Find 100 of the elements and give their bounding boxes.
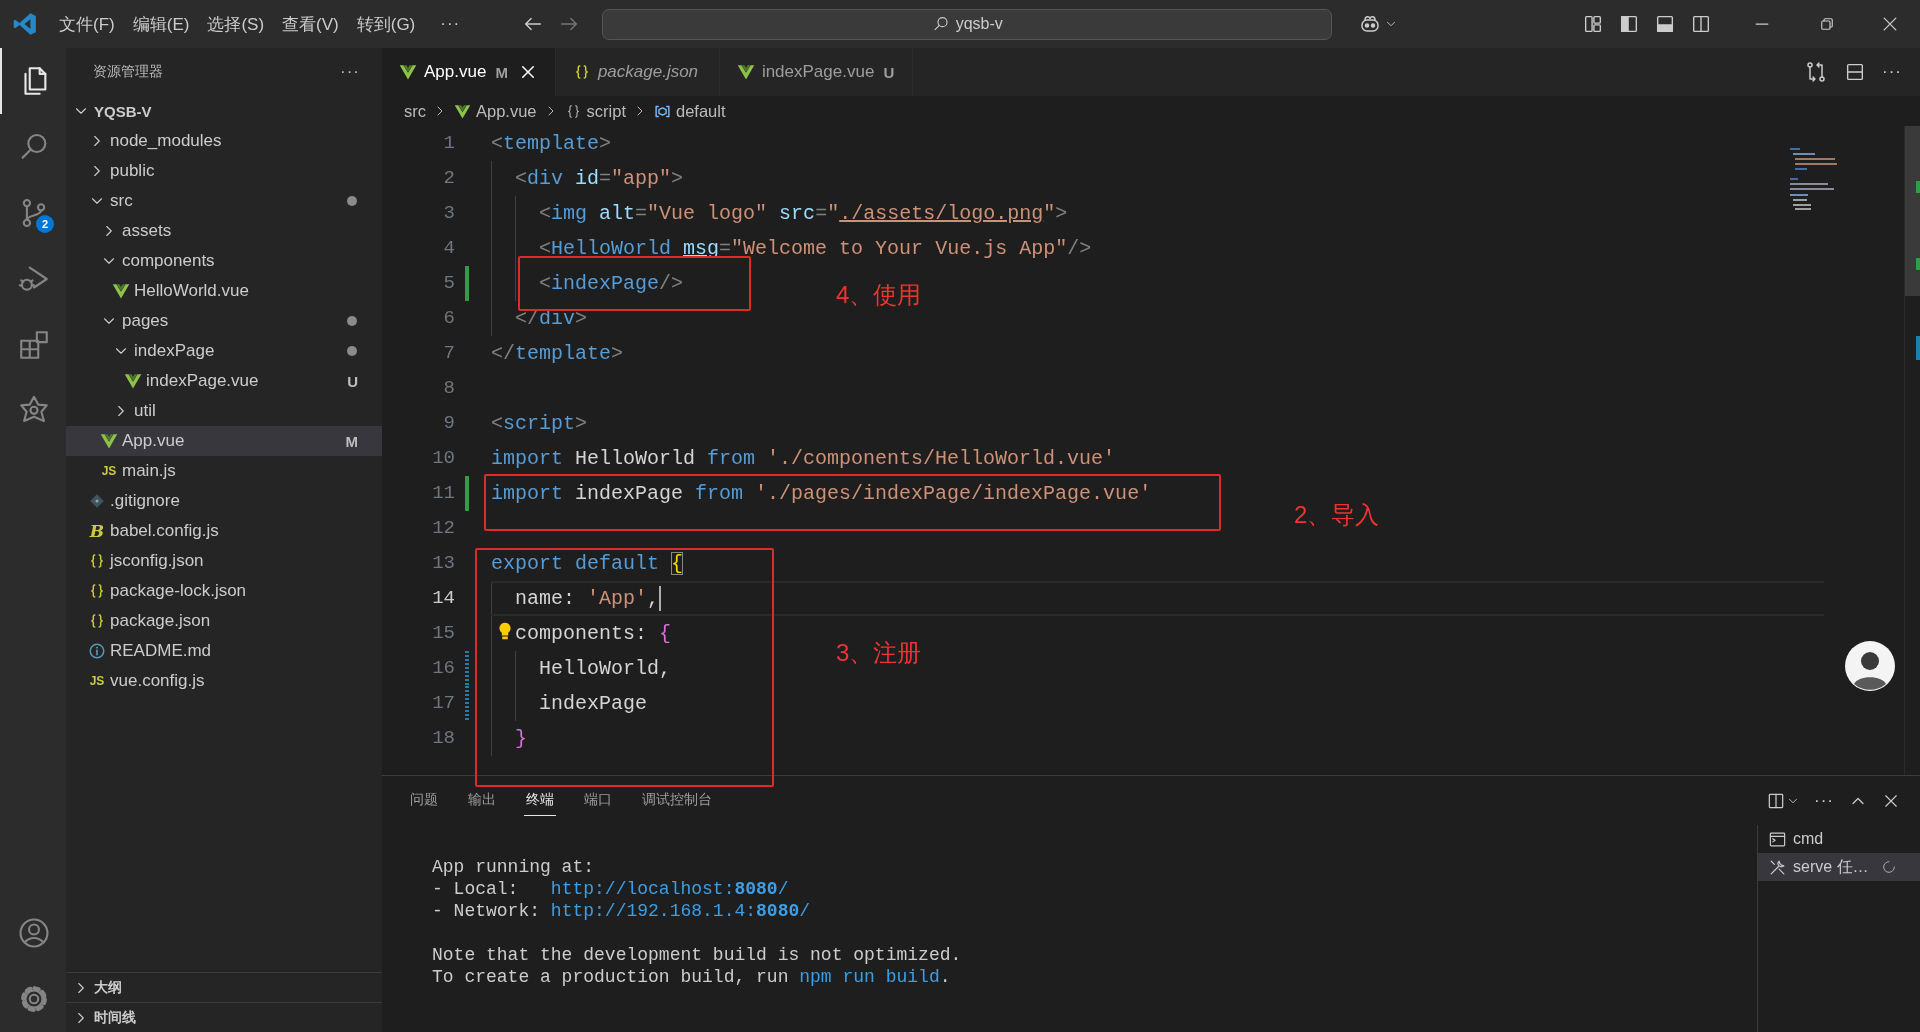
menu-item[interactable]: 选择(S) (198, 8, 274, 40)
line-number: 7 (442, 341, 455, 366)
folder-item[interactable]: src (66, 186, 382, 216)
file-item[interactable]: package.json (66, 606, 382, 636)
editor-tab[interactable]: indexPage.vue U (719, 48, 914, 96)
terminal-line: To create a production build, run npm run build. (432, 966, 951, 988)
panel-tab[interactable]: 问题 (408, 785, 440, 816)
line-number: 12 (431, 516, 455, 541)
text-cursor (659, 586, 662, 611)
file-item[interactable]: .gitignore (66, 486, 382, 516)
folder-item[interactable]: node_modules (66, 126, 382, 156)
assistant-avatar[interactable] (1844, 640, 1896, 692)
line-number: 15 (431, 621, 455, 646)
menu-item[interactable]: 编辑(E) (123, 8, 199, 40)
line-number: 6 (442, 306, 455, 331)
code-line: import indexPage from './pages/indexPage/indexPage.vue' (491, 482, 1152, 505)
line-number: 4 (442, 236, 455, 261)
git-icon (88, 492, 106, 510)
more-button[interactable]: ··· (430, 14, 471, 34)
terminal-item[interactable]: serve 任… (1758, 853, 1920, 881)
annotation-label: 2、导入 (1294, 500, 1380, 530)
split-editor-icon[interactable] (1844, 61, 1866, 83)
compare-changes-icon[interactable] (1804, 60, 1828, 84)
file-item[interactable]: jsconfig.json (66, 546, 382, 576)
layout-icon[interactable] (1582, 13, 1604, 35)
code-line: <indexPage/> (539, 272, 684, 295)
file-item[interactable]: B babel.config.js (66, 516, 382, 546)
info-icon (88, 642, 106, 660)
terminal-line: App running at: (432, 856, 595, 878)
restore-icon[interactable] (1818, 15, 1836, 33)
scrollbar[interactable] (1904, 126, 1920, 775)
panel-tab[interactable]: 端口 (582, 785, 614, 816)
folder-item[interactable]: assets (66, 216, 382, 246)
folder-item[interactable]: public (66, 156, 382, 186)
line-number: 5 (442, 271, 455, 296)
line-number: 11 (431, 481, 455, 506)
file-item[interactable]: HelloWorld.vue (66, 276, 382, 306)
file-item[interactable]: indexPage.vue U (66, 366, 382, 396)
git-status-letter: M (345, 432, 358, 450)
editor-tab[interactable]: App.vue M (382, 48, 556, 96)
line-number: 13 (431, 551, 455, 576)
breadcrumb-item[interactable]: default (653, 101, 726, 121)
search-icon (931, 15, 950, 33)
more-button[interactable]: ··· (340, 62, 360, 82)
panel-tab[interactable]: 终端 (524, 785, 556, 816)
vue-icon (454, 102, 471, 120)
code-line: name: 'App', (515, 587, 660, 610)
panel-tab[interactable]: 调试控制台 (640, 785, 714, 816)
count-badge: 2 (36, 215, 54, 233)
extensions-icon[interactable] (17, 328, 51, 362)
file-item[interactable]: README.md (66, 636, 382, 666)
breadcrumb-item[interactable]: App.vue (454, 101, 537, 121)
panel-tab[interactable]: 输出 (466, 785, 498, 816)
url-link[interactable]: http://192.168.1.4:8080/ (550, 901, 811, 921)
split-icon[interactable] (1690, 13, 1712, 35)
section-header[interactable]: 时间线 (66, 1002, 382, 1032)
vue-icon (124, 372, 142, 390)
breadcrumb-item[interactable]: src (404, 101, 426, 121)
more-button[interactable]: ··· (1882, 62, 1902, 82)
line-number: 8 (442, 376, 455, 401)
section-header[interactable]: 大纲 (66, 972, 382, 1002)
menu-item[interactable]: 转到(G) (347, 8, 425, 40)
line-number: 17 (431, 691, 455, 716)
menu-item[interactable]: 查看(V) (273, 8, 348, 40)
menu-item[interactable]: 文件(F) (50, 8, 124, 40)
editor-tab[interactable]: package.json (555, 48, 720, 96)
code-line: </template> (491, 342, 624, 365)
folder-item[interactable]: components (66, 246, 382, 276)
folder-item[interactable]: util (66, 396, 382, 426)
vue-icon (112, 282, 130, 300)
line-number: 10 (431, 446, 455, 471)
braces-icon (88, 552, 106, 570)
terminal-line: Note that the development build is not optimized. (432, 944, 962, 966)
file-item[interactable]: package-lock.json (66, 576, 382, 606)
terminal-item[interactable]: cmd (1758, 825, 1920, 853)
code-line: HelloWorld, (539, 657, 672, 680)
terminal-line: - Local: http://localhost:8080/ (432, 878, 789, 900)
code-line: export default { (491, 552, 684, 575)
panel-toggle-icon[interactable] (1654, 13, 1676, 35)
breadcrumb-item[interactable]: script (564, 101, 626, 121)
account-icon[interactable] (17, 916, 51, 950)
code-line: <div id="app"> (515, 167, 684, 190)
code-line: <template> (491, 132, 612, 155)
file-item[interactable]: JS main.js (66, 456, 382, 486)
code-line: } (515, 727, 528, 750)
folder-item[interactable]: indexPage (66, 336, 382, 366)
folder-item[interactable]: pages (66, 306, 382, 336)
file-item[interactable]: App.vue M (66, 426, 382, 456)
js-icon: JS (88, 674, 106, 688)
sidebar-toggle-icon[interactable] (1618, 13, 1640, 35)
vue-icon (100, 432, 118, 450)
more-button[interactable]: ··· (1814, 790, 1834, 811)
command-search-field[interactable]: yqsb-v (602, 8, 1333, 40)
vue-icon (399, 63, 417, 81)
file-item[interactable]: JS vue.config.js (66, 666, 382, 696)
folder-item[interactable]: YQSB-V (66, 96, 382, 126)
line-number: 16 (431, 656, 455, 681)
terminal-line: - Network: http://192.168.1.4:8080/ (432, 900, 811, 922)
panel-title: 资源管理器 (93, 63, 164, 81)
url-link[interactable]: http://localhost:8080/ (550, 879, 789, 899)
